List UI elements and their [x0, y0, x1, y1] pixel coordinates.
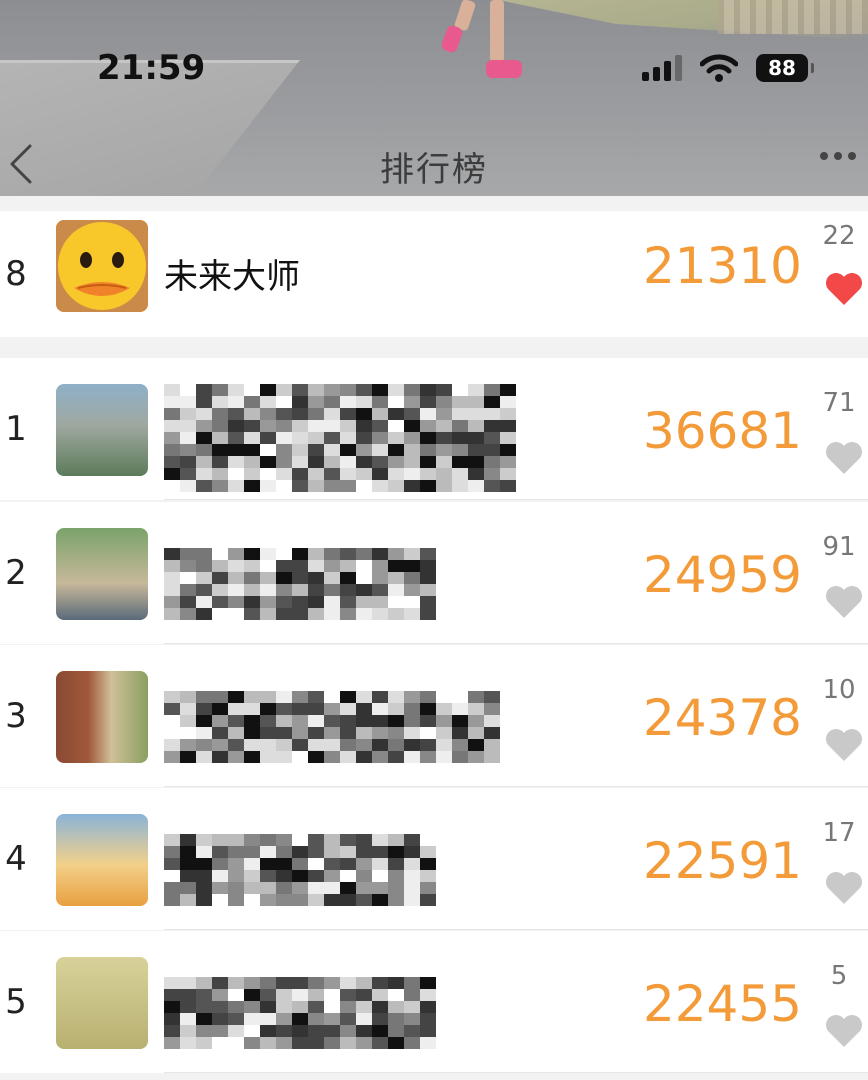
- step-score: 21310: [642, 237, 802, 295]
- my-rank-row[interactable]: 8 未来大师 21310 22: [0, 211, 868, 337]
- battery-icon: 88: [756, 54, 814, 82]
- heart-icon[interactable]: [824, 440, 864, 476]
- heart-icon[interactable]: [824, 584, 864, 620]
- rank-number: 5: [5, 982, 27, 1022]
- duck-avatar-image: [56, 220, 148, 312]
- header-photo-shoe: [440, 24, 464, 54]
- row-divider: [164, 786, 868, 787]
- like-count: 5: [830, 961, 848, 991]
- rank-number: 3: [5, 696, 27, 736]
- redacted-name-mosaic: [164, 384, 516, 492]
- redacted-name-mosaic: [164, 977, 436, 1049]
- rank-number: 4: [5, 839, 27, 879]
- status-icons: 88: [642, 50, 814, 86]
- avatar[interactable]: [56, 220, 148, 312]
- row-divider: [164, 499, 868, 500]
- more-dots-icon: [820, 152, 828, 160]
- like-count: 22: [822, 221, 856, 251]
- like-count: 17: [822, 818, 856, 848]
- avatar[interactable]: [56, 814, 148, 906]
- user-name: 未来大师: [164, 257, 300, 297]
- avatar[interactable]: [56, 671, 148, 763]
- avatar[interactable]: [56, 957, 148, 1049]
- more-dots-icon: [848, 152, 856, 160]
- rank-number: 8: [5, 254, 27, 294]
- step-score: 24378: [642, 689, 802, 747]
- step-score: 36681: [642, 402, 802, 460]
- cellular-signal-icon: [642, 55, 682, 81]
- header-banner: 21:59 88 排行榜: [0, 0, 868, 196]
- leaderboard-row[interactable]: 5 22455 5: [0, 931, 868, 1073]
- redacted-name-mosaic: [164, 834, 436, 906]
- avatar[interactable]: [56, 384, 148, 476]
- header-photo-shoe: [486, 60, 522, 78]
- heart-icon[interactable]: [824, 870, 864, 906]
- header-photo-runner-leg: [490, 0, 504, 62]
- like-count: 71: [822, 388, 856, 418]
- leaderboard-row[interactable]: 2 24959 91: [0, 502, 868, 644]
- more-button[interactable]: [820, 152, 856, 160]
- wifi-icon: [700, 54, 738, 82]
- redacted-name-mosaic: [164, 548, 436, 620]
- row-divider: [164, 929, 868, 930]
- step-score: 22455: [642, 975, 802, 1033]
- rank-number: 1: [5, 409, 27, 449]
- leaderboard-row[interactable]: 3 24378 10: [0, 645, 868, 787]
- row-divider: [164, 1072, 868, 1073]
- leaderboard-row[interactable]: 1 36681 71: [0, 358, 868, 500]
- heart-icon[interactable]: [824, 727, 864, 763]
- like-count: 10: [822, 675, 856, 705]
- more-dots-icon: [834, 152, 842, 160]
- leaderboard-row[interactable]: 4 22591 17: [0, 788, 868, 930]
- step-score: 22591: [642, 832, 802, 890]
- heart-icon[interactable]: [824, 1013, 864, 1049]
- row-divider: [164, 643, 868, 644]
- rank-number: 2: [5, 553, 27, 593]
- step-score: 24959: [642, 546, 802, 604]
- heart-icon[interactable]: [824, 271, 864, 307]
- status-time: 21:59: [97, 48, 206, 88]
- like-count: 91: [822, 532, 856, 562]
- redacted-name-mosaic: [164, 691, 500, 763]
- avatar[interactable]: [56, 528, 148, 620]
- page-title: 排行榜: [380, 150, 488, 190]
- header-photo-fence: [718, 0, 868, 34]
